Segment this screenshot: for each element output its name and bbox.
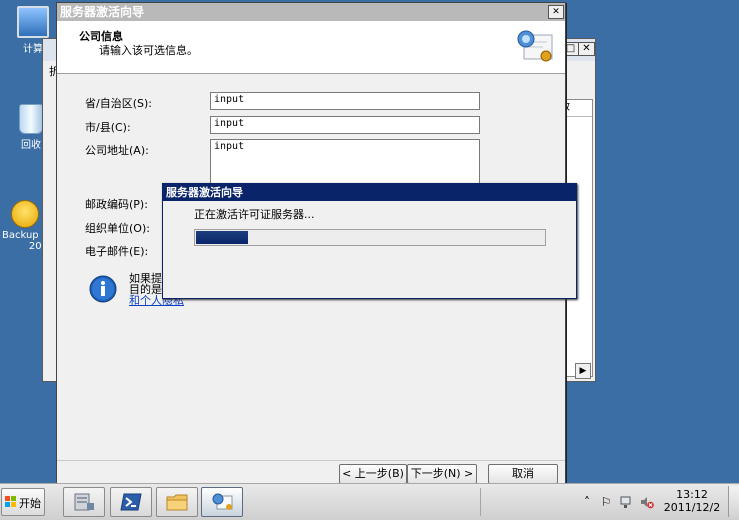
progress-bar-fill (196, 231, 248, 244)
license-wizard-icon (211, 493, 233, 511)
city-input[interactable]: input (210, 116, 480, 134)
next-button[interactable]: 下一步(N) > (407, 464, 477, 484)
volume-muted-icon[interactable] (640, 495, 654, 509)
computer-icon (17, 6, 49, 38)
start-button[interactable]: 开始 (1, 488, 45, 516)
wizard-header: 公司信息 请输入该可选信息。 (57, 21, 565, 74)
back-button[interactable]: < 上一步(B) (339, 464, 407, 484)
activation-progress-dialog[interactable]: 服务器激活向导 正在激活许可证服务器... (162, 183, 577, 299)
cancel-button[interactable]: 取消 (488, 464, 558, 484)
wizard-title: 服务器激活向导 (60, 5, 145, 19)
clock-date: 2011/12/2 (663, 501, 721, 514)
taskbar-app-license-wizard[interactable] (201, 487, 243, 517)
close-button[interactable]: ✕ (578, 42, 595, 56)
taskbar-app-powershell[interactable] (110, 487, 152, 517)
province-label: 省/自治区(S): (85, 97, 152, 110)
progress-dialog-titlebar[interactable]: 服务器激活向导 (163, 184, 576, 201)
start-label: 开始 (19, 497, 41, 510)
wizard-button-divider (57, 460, 565, 461)
scroll-right-button[interactable]: ▶ (575, 363, 591, 379)
clock-time: 13:12 (676, 488, 708, 501)
info-icon (89, 275, 117, 303)
email-label: 电子邮件(E): (85, 245, 149, 258)
taskbar-app-explorer[interactable] (156, 487, 198, 517)
tray-clock[interactable]: 13:12 2011/12/2 (660, 488, 724, 514)
show-hidden-icons-icon[interactable]: ˄ (580, 495, 594, 509)
taskbar-separator (480, 488, 481, 516)
postal-code-label: 邮政编码(P): (85, 198, 148, 211)
progress-dialog-title: 服务器激活向导 (166, 186, 243, 199)
province-input[interactable]: input (210, 92, 480, 110)
powershell-icon (120, 493, 142, 511)
city-label: 市/县(C): (85, 121, 131, 134)
wizard-titlebar[interactable]: 服务器激活向导 (57, 3, 565, 21)
progress-bar (194, 229, 546, 246)
action-center-flag-icon[interactable]: ⚐ (599, 495, 613, 509)
org-unit-label: 组织单位(O): (85, 222, 150, 235)
explorer-folder-icon (166, 493, 188, 511)
address-input[interactable]: input (210, 139, 480, 185)
progress-message: 正在激活许可证服务器... (194, 208, 315, 221)
wizard-close-button[interactable]: ✕ (548, 5, 564, 19)
address-label: 公司地址(A): (85, 144, 149, 157)
wizard-header-subtitle: 请输入该可选信息。 (99, 44, 198, 57)
recycle-bin-icon (19, 104, 43, 134)
taskbar-app-server-manager[interactable] (63, 487, 105, 517)
show-desktop-button[interactable] (728, 486, 739, 517)
network-icon[interactable] (619, 495, 633, 509)
windows-logo-icon (5, 496, 17, 508)
server-manager-icon (73, 493, 95, 511)
backup-icon (11, 200, 39, 228)
certificate-icon (516, 29, 554, 65)
taskbar: 开始 ˄ ⚐ 13:12 2011/12/2 (0, 483, 739, 520)
